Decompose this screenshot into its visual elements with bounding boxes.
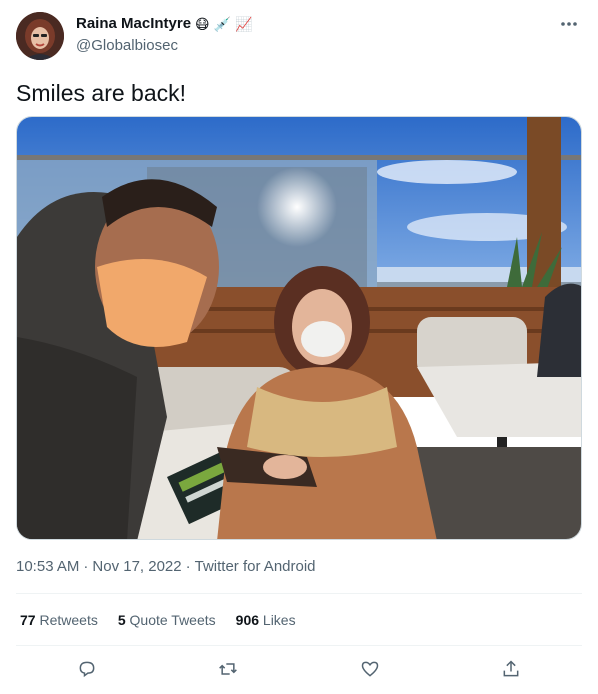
tweet-detail: Raina MacIntyre 😷 💉 📈 @Globalbiosec Smil… — [0, 0, 598, 694]
quote-tweets-stat[interactable]: 5 Quote Tweets — [118, 612, 216, 628]
tweet-photo[interactable] — [16, 116, 582, 540]
retweet-icon[interactable] — [211, 652, 245, 686]
like-icon[interactable] — [353, 652, 387, 686]
action-bar — [16, 652, 582, 686]
author-display-name[interactable]: Raina MacIntyre — [76, 15, 191, 32]
divider — [16, 645, 582, 646]
likes-count: 906 — [235, 612, 260, 628]
quote-tweets-label: Quote Tweets — [129, 612, 216, 628]
reply-icon[interactable] — [70, 652, 104, 686]
mask-emoji-icon: 😷 — [195, 15, 210, 32]
likes-label: Likes — [262, 612, 296, 628]
likes-stat[interactable]: 906 Likes — [236, 612, 296, 628]
author-name-row: Raina MacIntyre 😷 💉 📈 — [76, 15, 253, 32]
retweets-label: Retweets — [39, 612, 98, 628]
meta-separator: · — [185, 558, 191, 575]
tweet-text: Smiles are back! — [16, 80, 187, 106]
chart-emoji-icon: 📈 — [235, 15, 253, 32]
divider — [16, 593, 582, 594]
tweet-date[interactable]: Nov 17, 2022 — [92, 558, 181, 575]
tweet-stats: 77 Retweets 5 Quote Tweets 906 Likes — [20, 612, 296, 628]
retweets-stat[interactable]: 77 Retweets — [20, 612, 98, 628]
avatar[interactable] — [16, 12, 64, 60]
author-handle[interactable]: @Globalbiosec — [76, 37, 178, 54]
tweet-time[interactable]: 10:53 AM — [16, 558, 79, 575]
tweet-source[interactable]: Twitter for Android — [195, 558, 316, 575]
tweet-meta: 10:53 AM · Nov 17, 2022 · Twitter for An… — [16, 558, 316, 575]
more-options-icon[interactable] — [558, 13, 580, 35]
meta-separator: · — [83, 558, 89, 575]
quote-tweets-count: 5 — [117, 612, 126, 628]
retweets-count: 77 — [20, 612, 36, 628]
share-icon[interactable] — [494, 652, 528, 686]
syringe-emoji-icon: 💉 — [213, 15, 232, 32]
